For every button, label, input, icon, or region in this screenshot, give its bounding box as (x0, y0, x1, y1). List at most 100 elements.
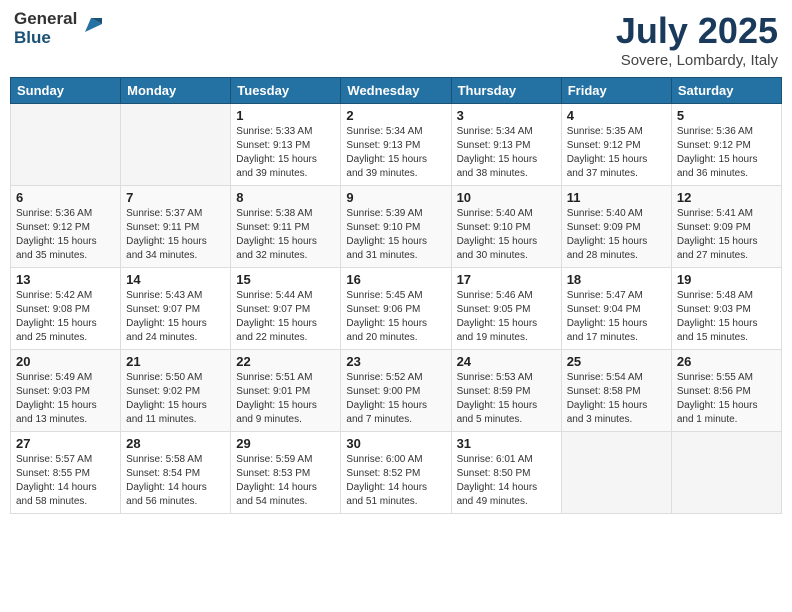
day-number: 1 (236, 108, 335, 123)
day-info: Sunrise: 6:00 AM Sunset: 8:52 PM Dayligh… (346, 453, 445, 509)
calendar-cell: 30 Sunrise: 6:00 AM Sunset: 8:52 PM Dayli… (341, 432, 451, 514)
day-info: Sunrise: 5:57 AM Sunset: 8:55 PM Dayligh… (16, 453, 115, 509)
day-info: Sunrise: 5:38 AM Sunset: 9:11 PM Dayligh… (236, 207, 335, 263)
calendar-cell: 28 Sunrise: 5:58 AM Sunset: 8:54 PM Dayli… (121, 432, 231, 514)
calendar-cell: 20 Sunrise: 5:49 AM Sunset: 9:03 PM Dayli… (11, 350, 121, 432)
calendar-cell: 14 Sunrise: 5:43 AM Sunset: 9:07 PM Dayli… (121, 268, 231, 350)
calendar-cell: 18Sunrise: 5:47 AM Sunset: 9:04 PM Dayli… (561, 268, 671, 350)
calendar-cell: 10 Sunrise: 5:40 AM Sunset: 9:10 PM Dayli… (451, 186, 561, 268)
day-number: 24 (457, 354, 556, 369)
day-number: 4 (567, 108, 666, 123)
logo: General Blue (14, 10, 102, 47)
day-info: Sunrise: 5:34 AM Sunset: 9:13 PM Dayligh… (346, 125, 445, 181)
calendar-cell: 7Sunrise: 5:37 AM Sunset: 9:11 PM Daylig… (121, 186, 231, 268)
weekday-tuesday: Tuesday (231, 78, 341, 104)
calendar-cell (121, 104, 231, 186)
calendar-week-1: 1Sunrise: 5:33 AM Sunset: 9:13 PM Daylig… (11, 104, 782, 186)
day-info: Sunrise: 5:45 AM Sunset: 9:06 PM Dayligh… (346, 289, 445, 345)
day-info: Sunrise: 5:35 AM Sunset: 9:12 PM Dayligh… (567, 125, 666, 181)
day-number: 25 (567, 354, 666, 369)
day-info: Sunrise: 5:40 AM Sunset: 9:10 PM Dayligh… (457, 207, 556, 263)
calendar-cell: 11Sunrise: 5:40 AM Sunset: 9:09 PM Dayli… (561, 186, 671, 268)
day-number: 15 (236, 272, 335, 287)
logo-icon (80, 14, 102, 36)
weekday-header-row: SundayMondayTuesdayWednesdayThursdayFrid… (11, 78, 782, 104)
calendar-cell: 12Sunrise: 5:41 AM Sunset: 9:09 PM Dayli… (671, 186, 781, 268)
day-number: 13 (16, 272, 115, 287)
day-number: 7 (126, 190, 225, 205)
calendar-cell: 2 Sunrise: 5:34 AM Sunset: 9:13 PM Daylig… (341, 104, 451, 186)
calendar-cell: 13 Sunrise: 5:42 AM Sunset: 9:08 PM Dayli… (11, 268, 121, 350)
day-number: 9 (346, 190, 445, 205)
day-number: 28 (126, 436, 225, 451)
day-number: 30 (346, 436, 445, 451)
day-info: Sunrise: 5:54 AM Sunset: 8:58 PM Dayligh… (567, 371, 666, 427)
day-info: Sunrise: 5:36 AM Sunset: 9:12 PM Dayligh… (677, 125, 776, 181)
day-number: 19 (677, 272, 776, 287)
page-header: General Blue July 2025 Sovere, Lombardy,… (10, 10, 782, 69)
calendar-cell: 26 Sunrise: 5:55 AM Sunset: 8:56 PM Dayli… (671, 350, 781, 432)
day-number: 10 (457, 190, 556, 205)
day-number: 16 (346, 272, 445, 287)
calendar-cell: 31Sunrise: 6:01 AM Sunset: 8:50 PM Dayli… (451, 432, 561, 514)
day-number: 3 (457, 108, 556, 123)
weekday-monday: Monday (121, 78, 231, 104)
day-number: 23 (346, 354, 445, 369)
day-info: Sunrise: 5:43 AM Sunset: 9:07 PM Dayligh… (126, 289, 225, 345)
calendar-cell (11, 104, 121, 186)
day-number: 17 (457, 272, 556, 287)
calendar-week-4: 20 Sunrise: 5:49 AM Sunset: 9:03 PM Dayli… (11, 350, 782, 432)
day-info: Sunrise: 5:47 AM Sunset: 9:04 PM Dayligh… (567, 289, 666, 345)
day-info: Sunrise: 5:59 AM Sunset: 8:53 PM Dayligh… (236, 453, 335, 509)
day-info: Sunrise: 6:01 AM Sunset: 8:50 PM Dayligh… (457, 453, 556, 509)
logo-general: General (14, 10, 77, 29)
day-number: 2 (346, 108, 445, 123)
day-info: Sunrise: 5:36 AM Sunset: 9:12 PM Dayligh… (16, 207, 115, 263)
calendar-cell: 19Sunrise: 5:48 AM Sunset: 9:03 PM Dayli… (671, 268, 781, 350)
day-info: Sunrise: 5:40 AM Sunset: 9:09 PM Dayligh… (567, 207, 666, 263)
calendar-cell: 17 Sunrise: 5:46 AM Sunset: 9:05 PM Dayli… (451, 268, 561, 350)
day-info: Sunrise: 5:55 AM Sunset: 8:56 PM Dayligh… (677, 371, 776, 427)
weekday-sunday: Sunday (11, 78, 121, 104)
calendar-cell: 6 Sunrise: 5:36 AM Sunset: 9:12 PM Daylig… (11, 186, 121, 268)
calendar-week-3: 13 Sunrise: 5:42 AM Sunset: 9:08 PM Dayli… (11, 268, 782, 350)
day-number: 14 (126, 272, 225, 287)
location-title: Sovere, Lombardy, Italy (616, 52, 778, 69)
calendar-cell: 22Sunrise: 5:51 AM Sunset: 9:01 PM Dayli… (231, 350, 341, 432)
day-number: 22 (236, 354, 335, 369)
calendar-cell: 21 Sunrise: 5:50 AM Sunset: 9:02 PM Dayli… (121, 350, 231, 432)
day-number: 29 (236, 436, 335, 451)
day-number: 5 (677, 108, 776, 123)
calendar-cell (561, 432, 671, 514)
day-info: Sunrise: 5:53 AM Sunset: 8:59 PM Dayligh… (457, 371, 556, 427)
day-info: Sunrise: 5:44 AM Sunset: 9:07 PM Dayligh… (236, 289, 335, 345)
day-number: 21 (126, 354, 225, 369)
calendar-cell: 8 Sunrise: 5:38 AM Sunset: 9:11 PM Daylig… (231, 186, 341, 268)
day-info: Sunrise: 5:42 AM Sunset: 9:08 PM Dayligh… (16, 289, 115, 345)
month-title: July 2025 (616, 10, 778, 52)
day-number: 6 (16, 190, 115, 205)
weekday-wednesday: Wednesday (341, 78, 451, 104)
weekday-thursday: Thursday (451, 78, 561, 104)
day-info: Sunrise: 5:39 AM Sunset: 9:10 PM Dayligh… (346, 207, 445, 263)
day-number: 20 (16, 354, 115, 369)
day-info: Sunrise: 5:58 AM Sunset: 8:54 PM Dayligh… (126, 453, 225, 509)
calendar-cell: 1Sunrise: 5:33 AM Sunset: 9:13 PM Daylig… (231, 104, 341, 186)
day-number: 26 (677, 354, 776, 369)
day-info: Sunrise: 5:46 AM Sunset: 9:05 PM Dayligh… (457, 289, 556, 345)
day-info: Sunrise: 5:41 AM Sunset: 9:09 PM Dayligh… (677, 207, 776, 263)
calendar-cell: 27 Sunrise: 5:57 AM Sunset: 8:55 PM Dayli… (11, 432, 121, 514)
calendar-week-2: 6 Sunrise: 5:36 AM Sunset: 9:12 PM Daylig… (11, 186, 782, 268)
calendar-cell: 16 Sunrise: 5:45 AM Sunset: 9:06 PM Dayli… (341, 268, 451, 350)
calendar-cell: 23Sunrise: 5:52 AM Sunset: 9:00 PM Dayli… (341, 350, 451, 432)
title-block: July 2025 Sovere, Lombardy, Italy (616, 10, 778, 69)
calendar-cell: 4 Sunrise: 5:35 AM Sunset: 9:12 PM Daylig… (561, 104, 671, 186)
day-number: 8 (236, 190, 335, 205)
day-info: Sunrise: 5:34 AM Sunset: 9:13 PM Dayligh… (457, 125, 556, 181)
day-number: 27 (16, 436, 115, 451)
calendar-cell: 9 Sunrise: 5:39 AM Sunset: 9:10 PM Daylig… (341, 186, 451, 268)
weekday-saturday: Saturday (671, 78, 781, 104)
day-info: Sunrise: 5:50 AM Sunset: 9:02 PM Dayligh… (126, 371, 225, 427)
day-info: Sunrise: 5:49 AM Sunset: 9:03 PM Dayligh… (16, 371, 115, 427)
calendar-table: SundayMondayTuesdayWednesdayThursdayFrid… (10, 77, 782, 514)
